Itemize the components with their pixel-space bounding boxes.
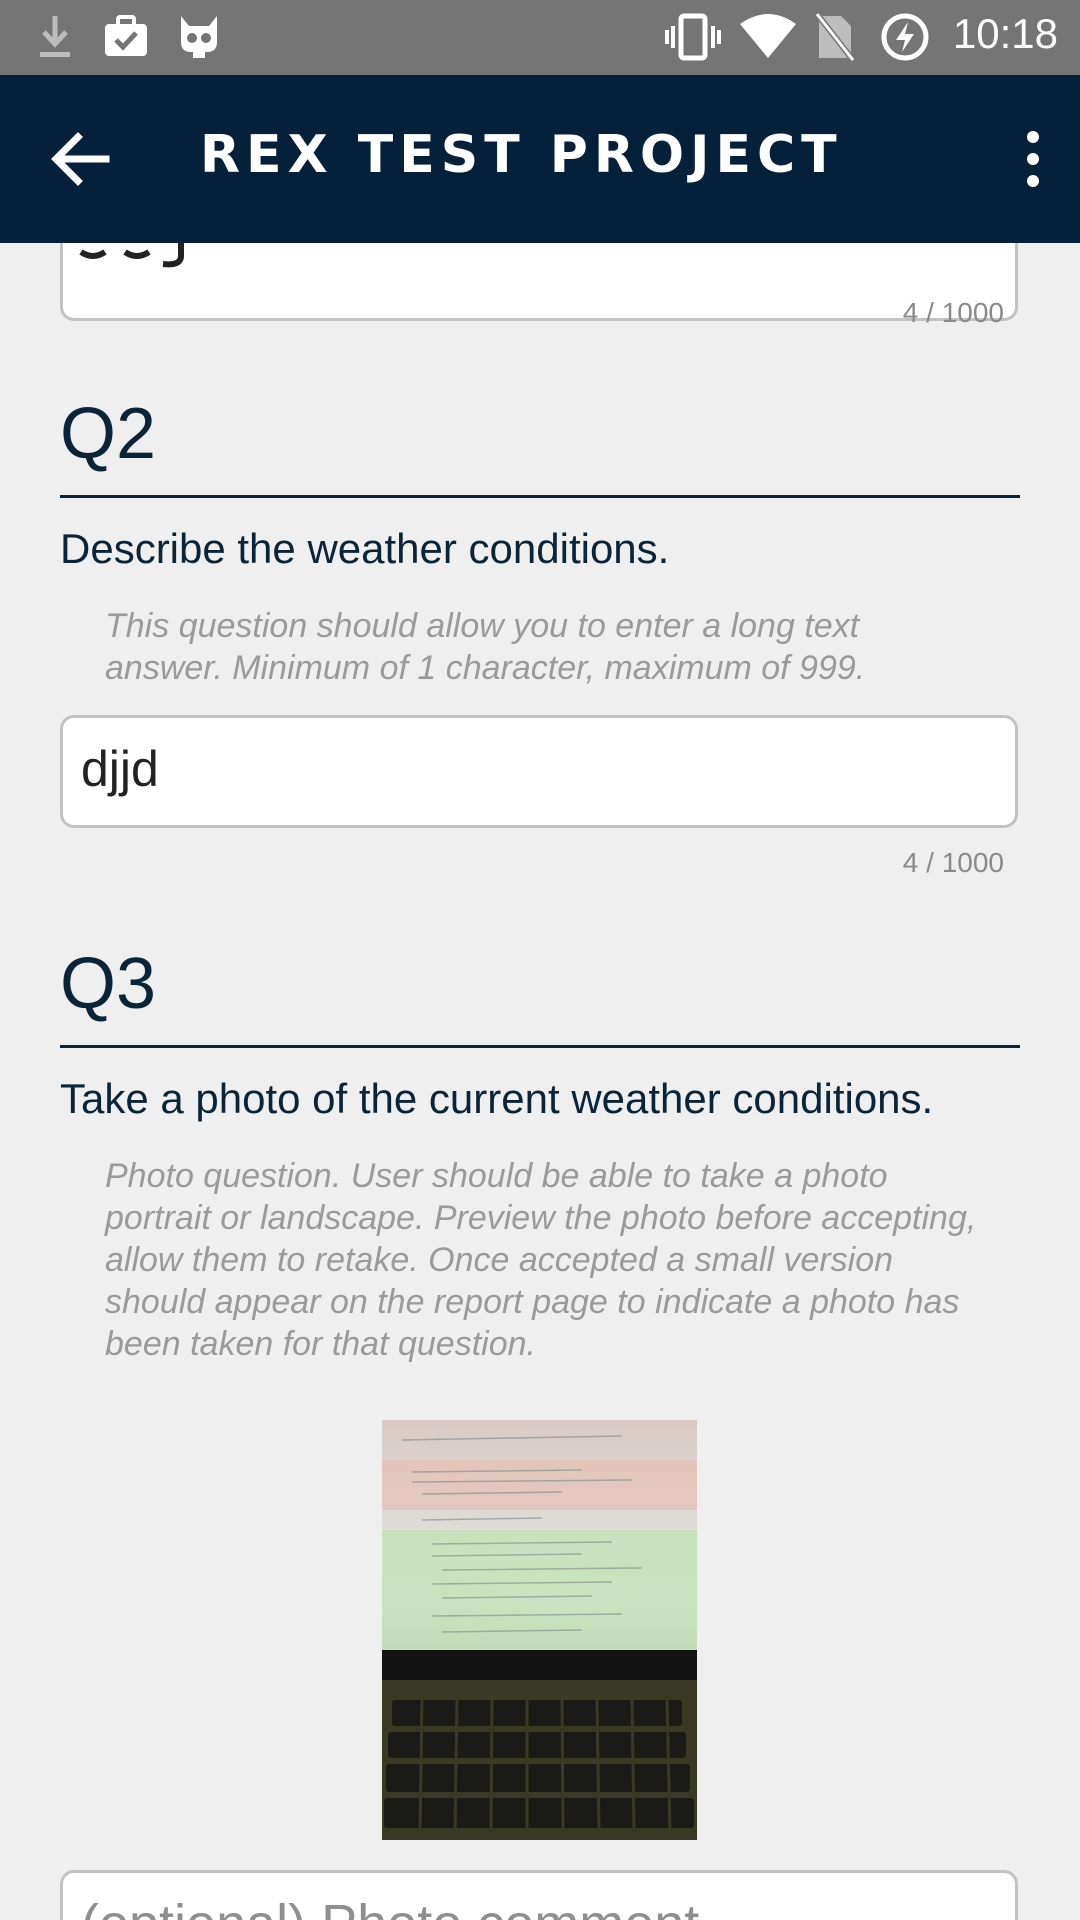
q2-answer-field[interactable]: djjd (60, 715, 1018, 828)
q2-divider (60, 495, 1020, 498)
overflow-menu-button[interactable] (980, 119, 1060, 199)
q3-number: Q3 (60, 944, 157, 1024)
back-button[interactable] (40, 119, 120, 199)
q3-hint: Photo question. User should be able to t… (105, 1157, 977, 1363)
status-bar: 10:18 (0, 0, 1080, 75)
q3-question: Take a photo of the current weather cond… (60, 1075, 934, 1122)
page-title: REX TEST PROJECT (200, 125, 843, 185)
clock: 10:18 (952, 10, 1058, 57)
q3-photo-thumbnail[interactable] (382, 1420, 697, 1840)
q2-answer-value: djjd (81, 741, 159, 797)
no-sim-icon (814, 12, 856, 67)
q3-divider (60, 1045, 1020, 1048)
laptop-photo-image (382, 1420, 697, 1840)
cyanogen-mod-icon (175, 12, 223, 65)
q1-char-counter: 4 / 1000 (902, 297, 1004, 328)
q2-number: Q2 (60, 394, 157, 474)
q3-photo-comment-field[interactable]: (optional) Photo comment (60, 1870, 1018, 1920)
wifi-icon (738, 12, 798, 67)
briefcase-check-icon (102, 12, 150, 65)
vibrate-icon (665, 12, 721, 67)
q1-answer-field[interactable] (60, 243, 1018, 321)
q2-hint: This question should allow you to enter … (105, 607, 866, 687)
battery-charging-icon (880, 12, 930, 67)
q2-question: Describe the weather conditions. (60, 525, 670, 572)
q1-answer-text-fragment (79, 243, 184, 268)
form-content[interactable]: 4 / 1000 Q2 Describe the weather conditi… (0, 243, 1080, 1920)
q2-char-counter: 4 / 1000 (902, 847, 1004, 878)
more-vertical-icon (1027, 131, 1039, 187)
app-bar: REX TEST PROJECT (0, 75, 1080, 243)
download-icon (36, 12, 74, 67)
q3-photo-comment-placeholder: (optional) Photo comment (81, 1893, 699, 1920)
back-arrow-icon (51, 132, 110, 186)
